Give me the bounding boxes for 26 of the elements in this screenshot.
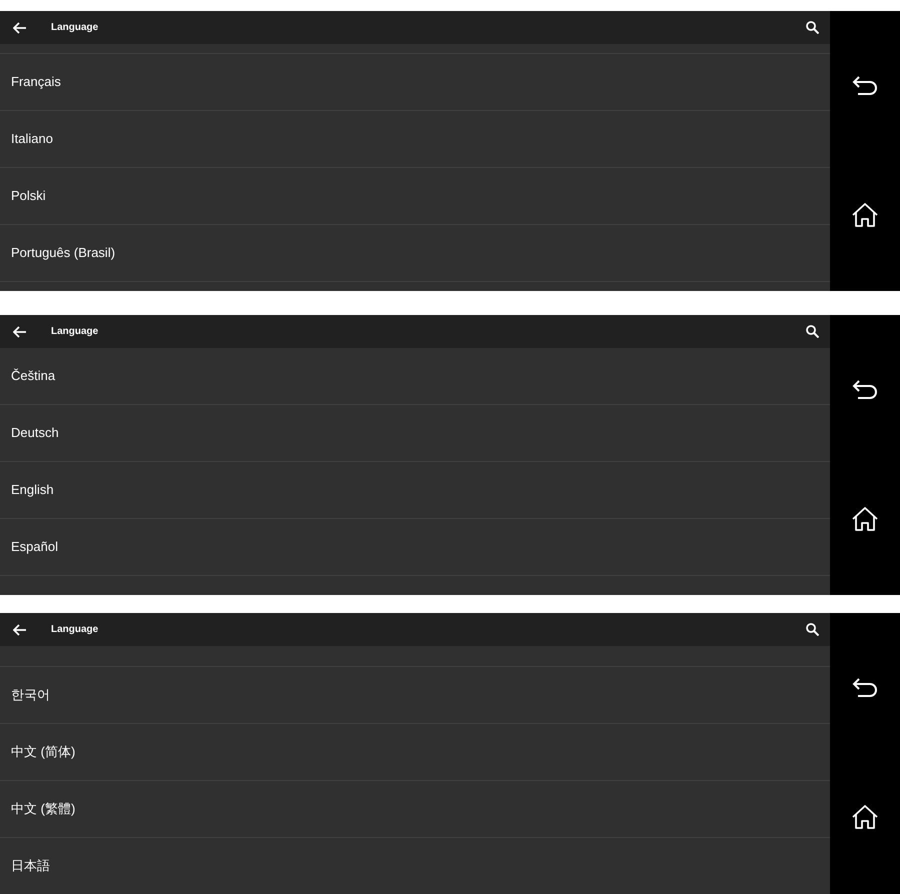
search-icon[interactable] — [806, 21, 819, 34]
language-item[interactable]: 한국어 — [0, 667, 830, 724]
home-icon[interactable] — [851, 804, 879, 830]
return-arrow-icon[interactable] — [852, 74, 878, 94]
back-arrow-icon[interactable] — [13, 22, 27, 34]
language-item[interactable]: Português (Brasil) — [0, 225, 830, 282]
screen-title: Language — [51, 623, 98, 637]
search-icon[interactable] — [806, 623, 819, 636]
language-item[interactable]: Français — [0, 54, 830, 111]
language-item[interactable]: Polski — [0, 168, 830, 225]
search-icon[interactable] — [806, 325, 819, 338]
return-arrow-icon[interactable] — [852, 378, 878, 398]
return-arrow-icon[interactable] — [852, 676, 878, 697]
home-icon[interactable] — [851, 506, 879, 532]
screen-title: Language — [51, 21, 98, 35]
screen-title: Language — [51, 325, 98, 339]
language-item[interactable]: 中文 (简体) — [0, 724, 830, 781]
back-arrow-icon[interactable] — [13, 624, 27, 636]
language-item[interactable]: Español — [0, 519, 830, 576]
language-item[interactable]: Italiano — [0, 111, 830, 168]
language-item[interactable]: Čeština — [0, 348, 830, 405]
language-item[interactable]: 中文 (繁體) — [0, 781, 830, 838]
language-item[interactable]: Deutsch — [0, 405, 830, 462]
back-arrow-icon[interactable] — [13, 326, 27, 338]
home-icon[interactable] — [851, 202, 879, 228]
language-item[interactable]: English — [0, 462, 830, 519]
